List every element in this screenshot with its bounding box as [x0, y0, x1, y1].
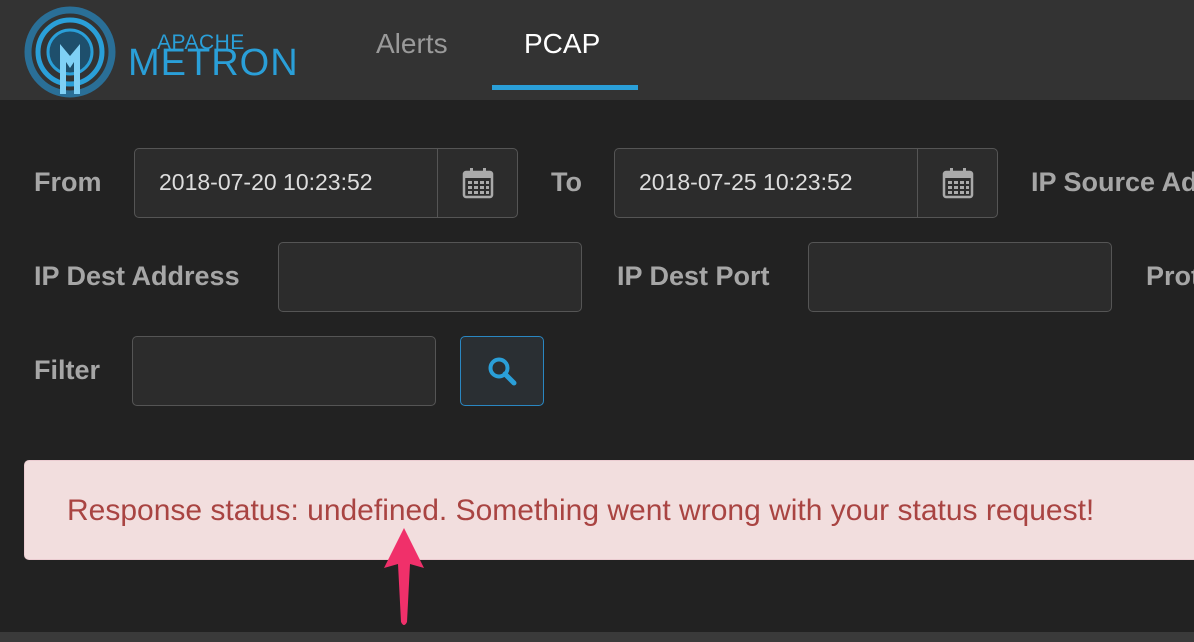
from-date-value: 2018-07-20 10:23:52	[159, 169, 373, 195]
ip-source-address-label: IP Source Ad	[1031, 167, 1194, 197]
pcap-page: APACHE METRON Alerts PCAP From 2018-07-2…	[0, 0, 1194, 642]
filter-label: Filter	[34, 355, 101, 385]
error-alert: Response status: undefined. Something we…	[24, 460, 1194, 560]
metron-logo-icon	[24, 6, 116, 98]
calendar-icon	[462, 168, 493, 199]
ip-dest-address-label: IP Dest Address	[34, 261, 240, 291]
search-icon	[488, 357, 517, 386]
bottom-divider	[0, 632, 1194, 642]
filter-input[interactable]	[132, 336, 436, 406]
search-button[interactable]	[460, 336, 544, 406]
to-date-input[interactable]: 2018-07-25 10:23:52	[614, 148, 998, 218]
to-date-value: 2018-07-25 10:23:52	[639, 169, 853, 195]
to-calendar-button[interactable]	[917, 149, 997, 217]
top-navbar: APACHE METRON Alerts PCAP	[0, 0, 1194, 100]
active-tab-indicator	[492, 85, 638, 90]
calendar-icon	[942, 168, 973, 199]
ip-dest-port-label: IP Dest Port	[617, 261, 770, 291]
to-label: To	[551, 167, 582, 197]
from-calendar-button[interactable]	[437, 149, 517, 217]
metron-logo[interactable]: APACHE METRON	[24, 6, 314, 98]
error-alert-message: Response status: undefined. Something we…	[67, 494, 1095, 527]
from-date-input[interactable]: 2018-07-20 10:23:52	[134, 148, 518, 218]
ip-dest-port-input[interactable]	[808, 242, 1112, 312]
arrow-up-icon	[384, 528, 424, 625]
protocol-label: Prot	[1146, 261, 1194, 291]
ip-dest-address-input[interactable]	[278, 242, 582, 312]
logo-metron-text: METRON	[128, 42, 299, 84]
tab-pcap[interactable]: PCAP	[524, 28, 600, 60]
tab-alerts[interactable]: Alerts	[376, 28, 448, 60]
from-label: From	[34, 167, 102, 197]
